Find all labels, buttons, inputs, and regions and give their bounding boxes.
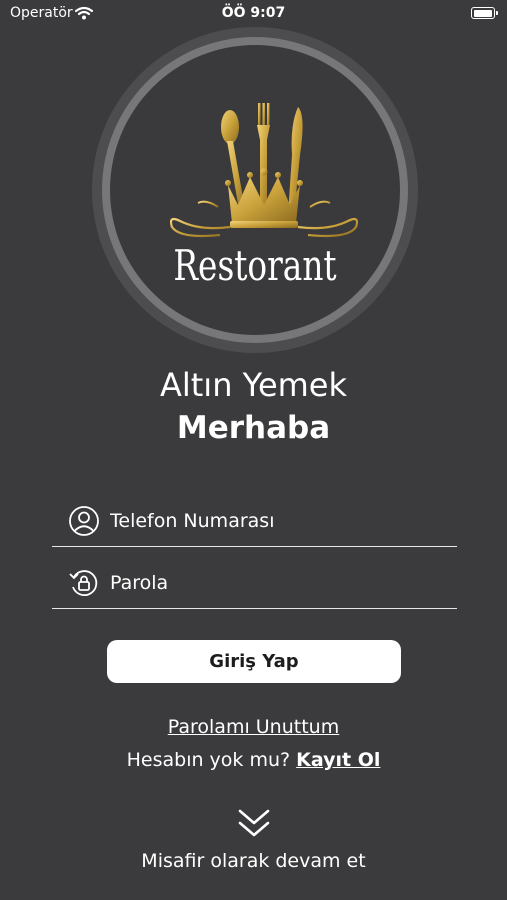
crown-cutlery-icon: [169, 103, 359, 238]
register-prompt: Hesabın yok mu? Kayıt Ol: [0, 749, 507, 771]
lock-rotate-icon: [69, 570, 98, 596]
no-account-text: Hesabın yok mu?: [126, 749, 291, 771]
status-bar: Operatör ÖÖ 9:07: [0, 0, 507, 28]
phone-field[interactable]: [52, 500, 457, 547]
user-icon: [69, 506, 99, 536]
login-button[interactable]: Giriş Yap: [107, 640, 401, 683]
logo-wordmark: Restorant: [173, 241, 337, 290]
battery-level: [473, 9, 492, 17]
logo-badge: Restorant: [92, 27, 418, 353]
phone-input[interactable]: [110, 504, 440, 538]
logo-ring: Restorant: [102, 37, 408, 343]
clock: ÖÖ 9:07: [221, 5, 286, 21]
password-input[interactable]: [110, 566, 440, 600]
password-field[interactable]: [52, 562, 457, 609]
logo-disc: Restorant: [110, 45, 400, 335]
forgot-password-link[interactable]: Parolamı Unuttum: [0, 716, 507, 738]
greeting-title: Merhaba: [176, 410, 331, 446]
double-chevron-down-icon[interactable]: [236, 805, 272, 841]
battery-icon: [471, 7, 498, 19]
app-name: Altın Yemek: [159, 366, 348, 404]
register-link[interactable]: Kayıt Ol: [296, 749, 380, 771]
guest-continue-link[interactable]: Misafir olarak devam et: [0, 850, 507, 872]
